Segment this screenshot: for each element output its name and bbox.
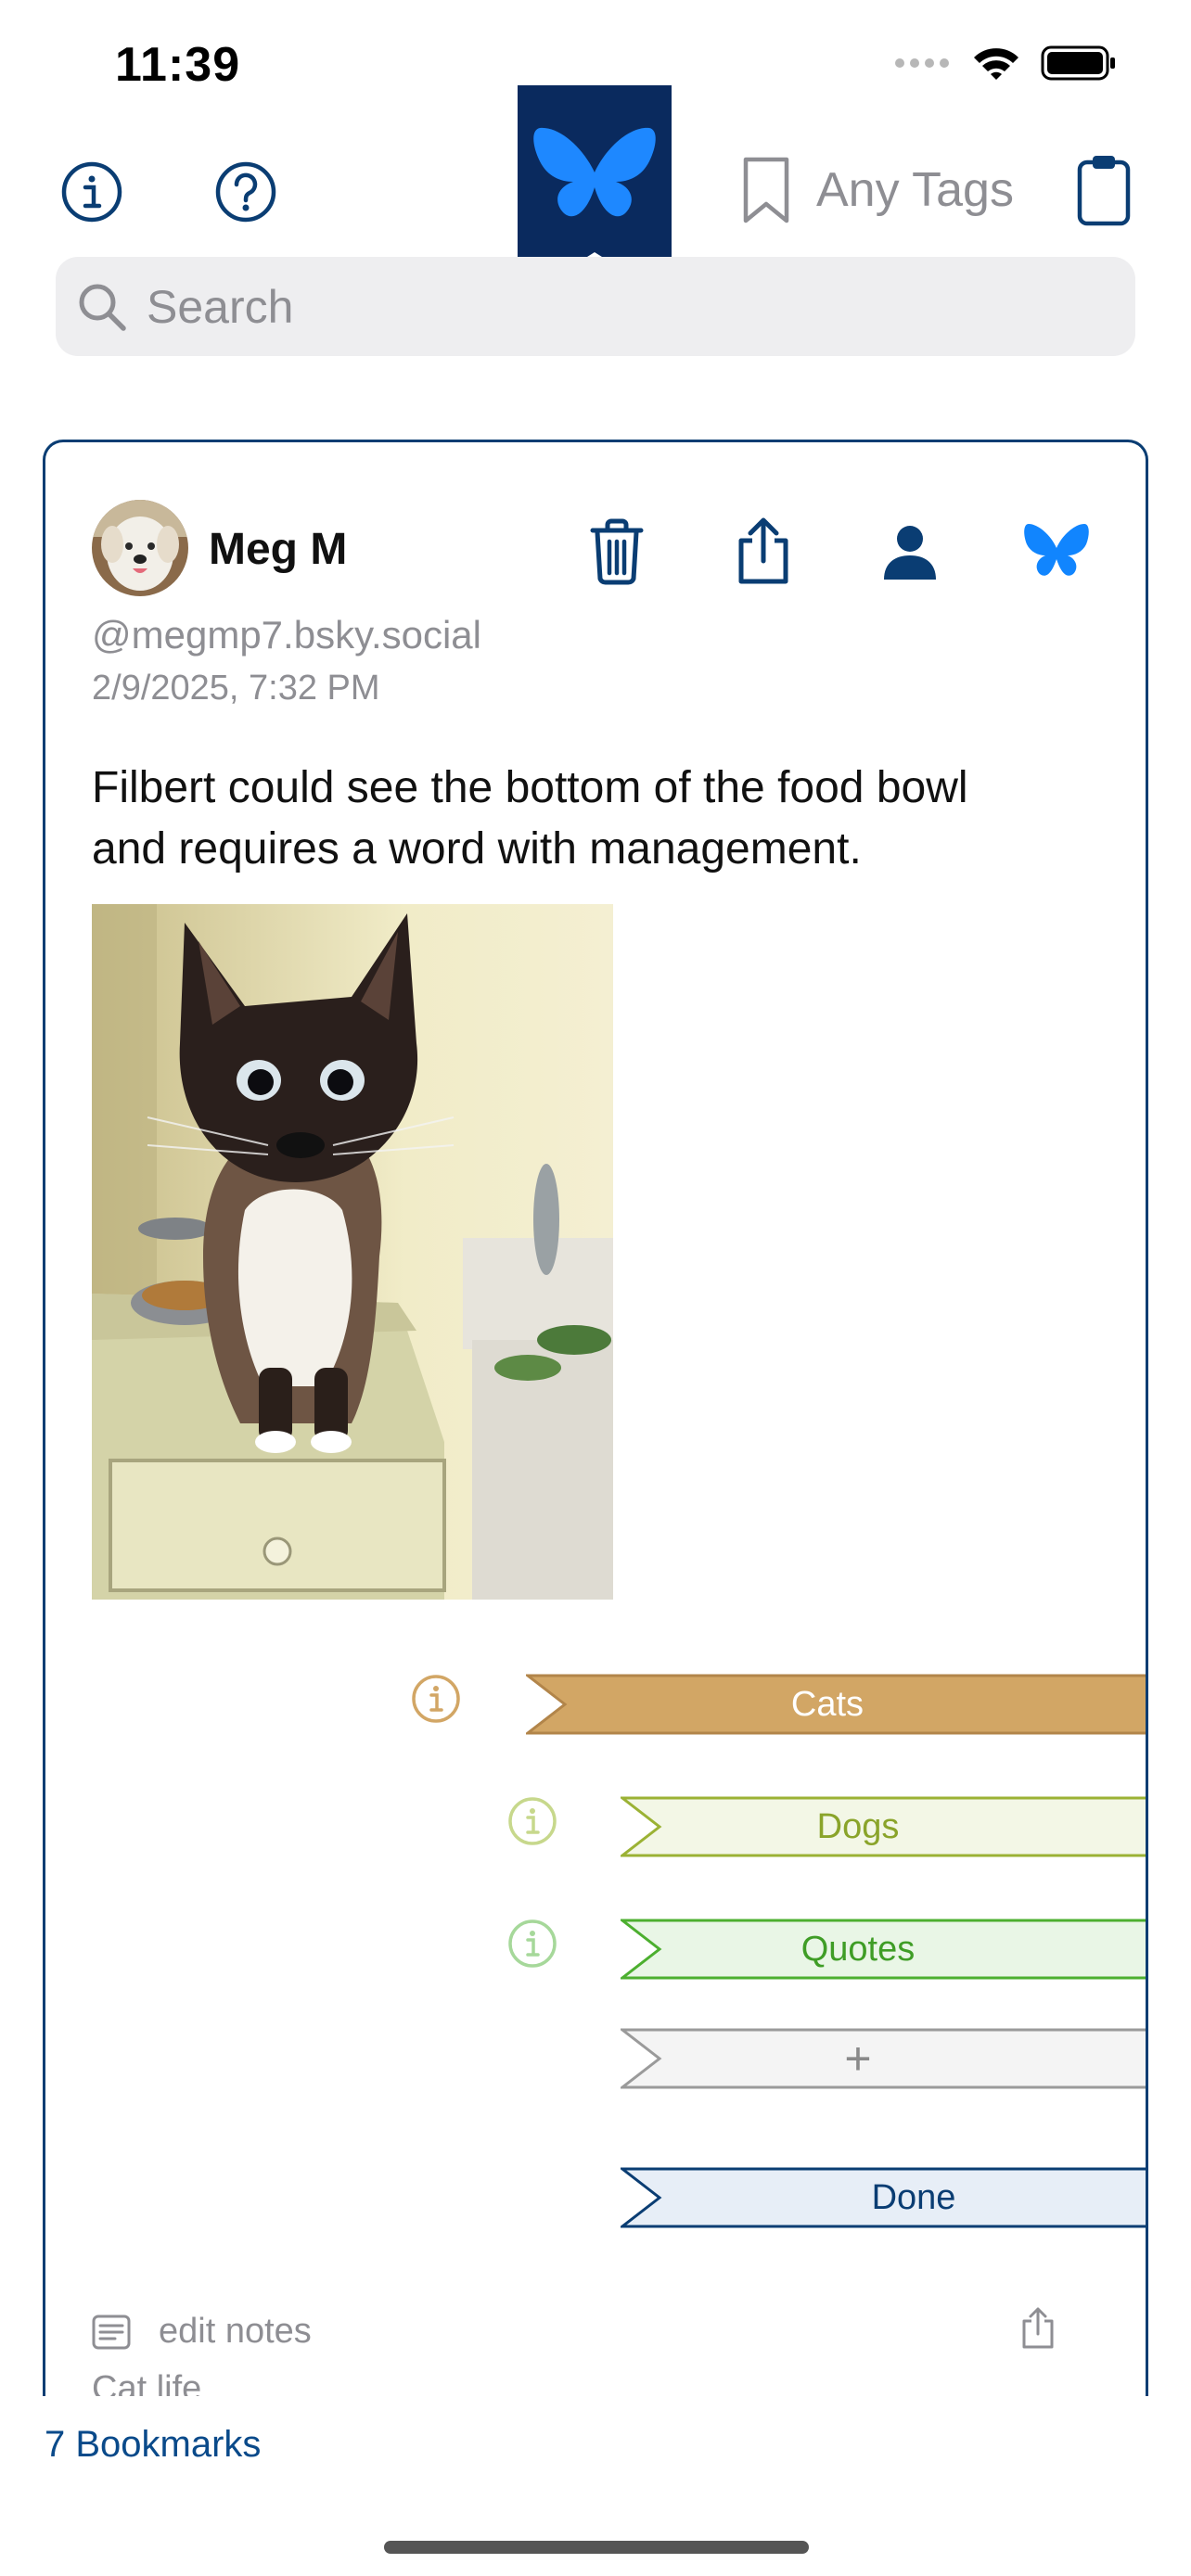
clipboard-button[interactable] <box>1074 152 1133 228</box>
tag-quotes[interactable]: Quotes <box>618 1919 1146 1980</box>
question-icon <box>215 161 276 223</box>
delete-button[interactable] <box>580 515 654 589</box>
trash-icon <box>590 518 644 585</box>
tag-info-button-cats[interactable] <box>411 1674 461 1724</box>
author-name: Meg M <box>209 525 348 574</box>
edit-notes-button[interactable]: edit notes <box>92 2312 312 2352</box>
avatar[interactable] <box>92 500 188 596</box>
info-icon <box>61 161 122 223</box>
bookmarks-count[interactable]: 7 Bookmarks <box>45 2424 261 2466</box>
plus-icon: + <box>844 2033 872 2085</box>
notes-text: Cat life <box>92 2369 202 2396</box>
notes-icon <box>92 2315 131 2349</box>
share-icon <box>738 517 788 584</box>
post-timestamp: 2/9/2025, 7:32 PM <box>92 669 380 708</box>
search-icon <box>79 284 126 331</box>
share-button[interactable] <box>726 515 800 589</box>
search-field[interactable]: Search <box>56 257 1135 356</box>
person-icon <box>884 526 936 580</box>
bookmark-icon <box>743 157 789 223</box>
done-label: Done <box>871 2178 956 2217</box>
tag-filter-label: Any Tags <box>816 163 1014 217</box>
post-text-line: Filbert could see the bottom of the food… <box>92 763 968 812</box>
clipboard-icon <box>1077 156 1131 226</box>
info-icon <box>412 1675 460 1723</box>
cellular-signal-icon <box>895 58 949 68</box>
post-text: Filbert could see the bottom of the food… <box>92 758 1112 880</box>
info-icon <box>508 1919 557 1968</box>
tag-info-button-dogs[interactable] <box>507 1796 557 1846</box>
wifi-icon <box>974 48 1018 80</box>
share-icon <box>1022 2307 1054 2349</box>
post-image[interactable] <box>92 904 613 1600</box>
status-time: 11:39 <box>115 38 241 92</box>
search-placeholder: Search <box>147 280 294 333</box>
tag-label: Dogs <box>816 1807 900 1846</box>
post-card: Meg M @megmp7.bsky.social 2/9/2025, 7:32… <box>43 440 1148 2396</box>
help-button[interactable] <box>213 159 278 224</box>
profile-button[interactable] <box>873 515 947 589</box>
butterfly-icon <box>1024 524 1089 576</box>
edit-notes-label: edit notes <box>159 2312 312 2351</box>
tag-label: Quotes <box>800 1930 916 1969</box>
notes-share-button[interactable] <box>1019 2306 1057 2355</box>
info-icon <box>508 1797 557 1845</box>
battery-icon <box>1041 45 1115 81</box>
tag-label: Cats <box>790 1685 864 1724</box>
open-bluesky-button[interactable] <box>1019 515 1094 589</box>
status-icons <box>894 45 1117 82</box>
tag-filter-button[interactable]: Any Tags <box>742 156 1014 224</box>
add-tag-button[interactable]: + <box>618 2028 1146 2089</box>
info-button[interactable] <box>59 159 124 224</box>
post-text-line: and requires a word with management. <box>92 824 862 874</box>
home-indicator <box>384 2541 809 2554</box>
tag-info-button-quotes[interactable] <box>507 1919 557 1969</box>
tag-dogs[interactable]: Dogs <box>618 1796 1146 1857</box>
done-button[interactable]: Done <box>618 2167 1146 2228</box>
tag-cats[interactable]: Cats <box>523 1674 1146 1735</box>
author-handle: @megmp7.bsky.social <box>92 613 481 657</box>
